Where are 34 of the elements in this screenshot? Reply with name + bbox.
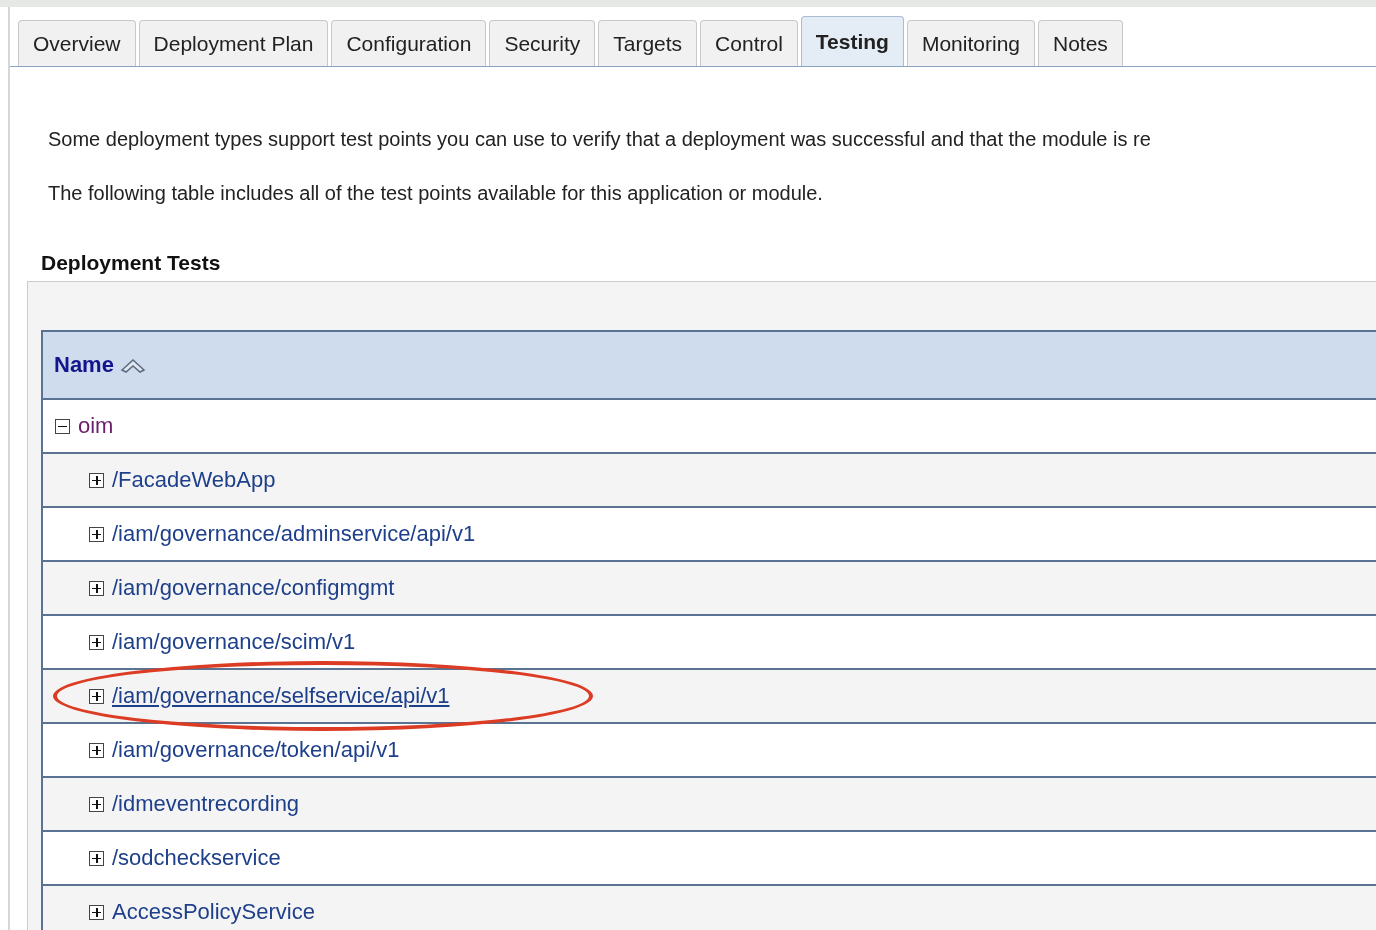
intro-text: The following table includes all of the test points available for this application or module. [47, 181, 824, 205]
tab[interactable]: Control [700, 20, 798, 66]
section-title: Deployment Tests [41, 251, 222, 275]
expand-toggle[interactable] [89, 850, 104, 866]
tab[interactable]: Monitoring [906, 20, 1035, 66]
expand-toggle[interactable] [89, 796, 104, 812]
expand-toggle[interactable] [89, 580, 104, 596]
expand-toggle[interactable] [89, 904, 104, 920]
expand-toggle[interactable] [89, 472, 104, 488]
column-header[interactable]: Name [54, 352, 114, 378]
tree-link[interactable]: /iam/governance/selfservice/api/v1 [112, 683, 450, 709]
expand-toggle[interactable] [89, 634, 104, 650]
tree-link[interactable]: /sodcheckservice [112, 845, 281, 871]
tab[interactable]: Targets [598, 20, 698, 66]
tree-link[interactable]: /iam/governance/scim/v1 [112, 629, 356, 655]
tab[interactable]: Security [489, 20, 596, 66]
expand-toggle[interactable] [89, 526, 104, 542]
tree-link[interactable]: /iam/governance/adminservice/api/v1 [112, 521, 476, 547]
tree-link[interactable]: AccessPolicyService [112, 899, 315, 925]
tree-link[interactable]: /FacadeWebApp [112, 467, 276, 493]
tree-link[interactable]: /idmeventrecording [112, 791, 300, 817]
tab[interactable]: Testing [800, 16, 904, 66]
tree-link[interactable]: /iam/governance/configmgmt [112, 575, 395, 601]
expand-toggle[interactable] [89, 742, 104, 758]
tab[interactable]: Deployment Plan [138, 20, 329, 66]
tree-link[interactable]: oim [78, 413, 114, 439]
expand-toggle[interactable] [89, 688, 104, 704]
tree-link[interactable]: /iam/governance/token/api/v1 [112, 737, 400, 763]
tab[interactable]: Overview [18, 20, 136, 66]
tab[interactable]: Configuration [331, 20, 487, 66]
tab[interactable]: Notes [1038, 20, 1123, 66]
intro-text: Some deployment types support test points you can use to verify that a deployment was successful and that the module is re [47, 127, 1152, 151]
expand-toggle[interactable] [55, 418, 70, 434]
sort-icon[interactable] [119, 356, 146, 374]
